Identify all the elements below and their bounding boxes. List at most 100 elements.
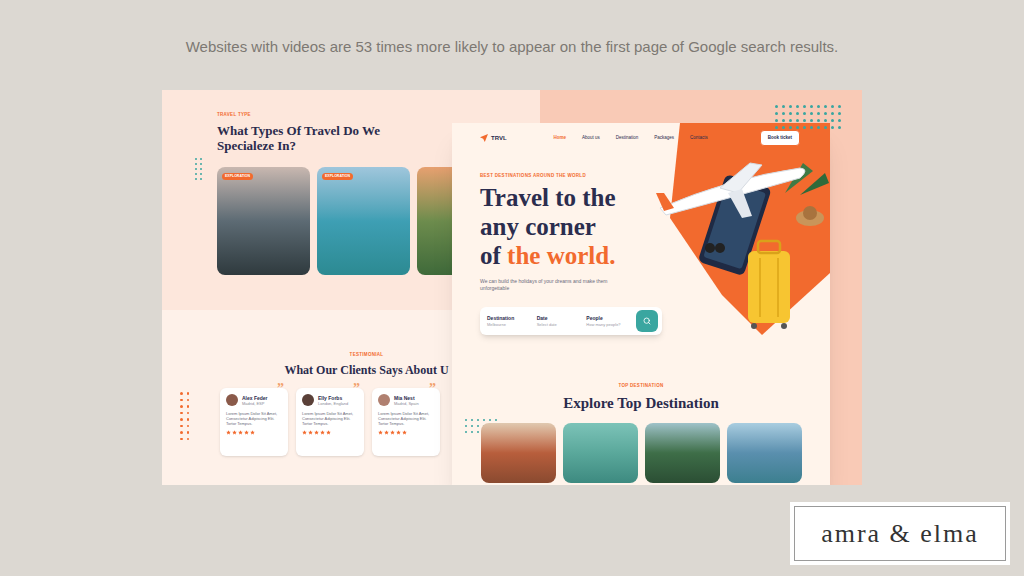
testimonial-card: ”Mia NestMadrid, SpainLorem Ipsum Dolor …	[372, 388, 440, 456]
nav-link[interactable]: Contacts	[690, 135, 708, 141]
destination-cards	[481, 423, 802, 483]
dots-decoration	[775, 105, 841, 129]
dot	[838, 112, 841, 115]
section-title: Explore Top Destination	[563, 394, 719, 412]
nav-link[interactable]: Packages	[654, 135, 674, 141]
dot	[803, 112, 806, 115]
search-field[interactable]: DateSelect date	[537, 315, 583, 328]
dot	[471, 425, 473, 427]
dot	[187, 412, 190, 415]
dot	[782, 105, 785, 108]
dots-decoration	[180, 392, 189, 440]
dot	[810, 105, 813, 108]
travel-type-card[interactable]: EXPLORATION	[317, 167, 410, 275]
front-page: TRVL Home About us Destination Packages Conta…	[452, 123, 830, 485]
travel-type-card[interactable]: EXPLORATION	[217, 167, 310, 275]
dot	[180, 438, 183, 441]
dot	[195, 168, 197, 170]
dot	[782, 119, 785, 122]
dot	[831, 119, 834, 122]
hero: BEST DESTINATIONS AROUND THE WORLDTravel…	[452, 153, 830, 335]
dot	[195, 163, 197, 165]
dot	[824, 126, 827, 129]
dot	[471, 419, 473, 421]
client-location: Madrid, Spain	[394, 401, 419, 406]
dot	[180, 431, 183, 434]
rating	[302, 430, 358, 435]
dot	[180, 412, 183, 415]
star-icon	[378, 430, 383, 435]
dot	[465, 431, 467, 433]
star-icon	[402, 430, 407, 435]
dot	[824, 112, 827, 115]
client-location: Madrid, ESP	[242, 401, 268, 406]
book-ticket-button[interactable]: Book ticket	[760, 130, 800, 146]
dot	[495, 419, 497, 421]
client-location: London, England	[318, 401, 348, 406]
nav-links: Home About us Destination Packages Contacts	[553, 135, 707, 141]
dot	[831, 126, 834, 129]
testimonial-text: Lorem Ipsum Dolor Sit Amet, Consectetur …	[378, 411, 434, 426]
star-icon	[238, 430, 243, 435]
dot	[200, 163, 202, 165]
dot	[824, 119, 827, 122]
top-destinations: TOP DESTINATIONExplore Top Destination	[452, 383, 830, 483]
dot	[187, 399, 190, 402]
dot	[796, 112, 799, 115]
star-icon	[390, 430, 395, 435]
client-name: Elly Forbs	[318, 395, 348, 401]
search-button[interactable]	[636, 310, 658, 332]
dot	[180, 399, 183, 402]
testimonial-text: Lorem Ipsum Dolor Sit Amet, Consectetur …	[302, 411, 358, 426]
quote-mark: ”	[353, 382, 360, 396]
dot	[200, 178, 202, 180]
quote-mark: ”	[429, 382, 436, 396]
search-field[interactable]: PeopleHow many people?	[586, 315, 632, 328]
dot	[471, 431, 473, 433]
slide: Websites with videos are 53 times more l…	[0, 0, 1024, 576]
dot	[489, 419, 491, 421]
dot	[817, 119, 820, 122]
dot	[187, 425, 190, 428]
dots-decoration	[195, 158, 202, 180]
hero-title: Travel to theany cornerof the world.	[480, 183, 616, 270]
dot	[180, 418, 183, 421]
dot	[782, 126, 785, 129]
dot	[477, 431, 479, 433]
dot	[789, 119, 792, 122]
search-field[interactable]: DestinationMelbourne	[487, 315, 533, 328]
avatar-icon	[378, 394, 390, 406]
dot	[200, 158, 202, 160]
quote-mark: ”	[277, 382, 284, 396]
rating	[226, 430, 282, 435]
star-icon	[384, 430, 389, 435]
testimonial-card: ”Elly ForbsLondon, EnglandLorem Ipsum Do…	[296, 388, 364, 456]
star-icon	[320, 430, 325, 435]
destination-card[interactable]	[563, 423, 638, 483]
dot	[180, 392, 183, 395]
logo[interactable]: TRVL	[480, 134, 507, 142]
destination-card[interactable]	[481, 423, 556, 483]
dot	[803, 119, 806, 122]
dot	[789, 112, 792, 115]
nav-link[interactable]: Home	[553, 135, 566, 141]
dot	[187, 405, 190, 408]
dot	[187, 438, 190, 441]
dot	[810, 126, 813, 129]
dot	[817, 112, 820, 115]
star-icon	[308, 430, 313, 435]
dot	[796, 105, 799, 108]
destination-card[interactable]	[727, 423, 802, 483]
star-icon	[226, 430, 231, 435]
caption: Websites with videos are 53 times more l…	[0, 0, 1024, 57]
dot	[775, 112, 778, 115]
dot	[824, 105, 827, 108]
rating	[378, 430, 434, 435]
nav-link[interactable]: About us	[582, 135, 600, 141]
dot	[789, 126, 792, 129]
dot	[817, 126, 820, 129]
star-icon	[326, 430, 331, 435]
nav-link[interactable]: Destination	[616, 135, 639, 141]
destination-card[interactable]	[645, 423, 720, 483]
search-icon	[643, 317, 651, 325]
